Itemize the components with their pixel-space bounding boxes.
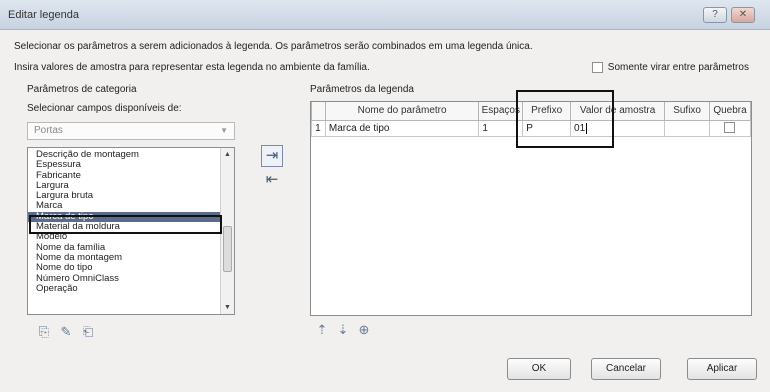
close-button[interactable]: ✕ xyxy=(731,7,755,23)
scroll-thumb[interactable] xyxy=(223,226,232,272)
add-parameter-icon: ⇥ xyxy=(265,147,279,164)
description-line-2: Insira valores de amostra para represent… xyxy=(14,62,370,73)
only-rotate-option[interactable]: Somente virar entre parâmetros xyxy=(592,62,749,73)
only-rotate-checkbox[interactable] xyxy=(592,62,603,73)
title-bar: Editar legenda ? ✕ xyxy=(0,0,770,30)
description-line-1: Selecionar os parâmetros a serem adicion… xyxy=(14,41,533,52)
category-panel-heading: Parâmetros de categoria xyxy=(27,84,137,95)
list-item[interactable]: Operação xyxy=(28,283,220,294)
add-value-icon[interactable]: ⎗ xyxy=(80,324,96,340)
category-combo-value: Portas xyxy=(34,125,63,136)
scroll-up-icon[interactable]: ▲ xyxy=(221,148,234,161)
prefix-sample-highlight-frame xyxy=(516,90,614,148)
cancel-button[interactable]: Cancelar xyxy=(591,358,661,380)
new-parameter-icon[interactable]: ⎘ xyxy=(36,324,52,340)
legend-panel-heading: Parâmetros da legenda xyxy=(310,84,414,95)
move-down-icon[interactable]: ⇣ xyxy=(335,322,351,338)
row-wrap-checkbox[interactable] xyxy=(724,122,735,134)
category-combo[interactable]: Portas ▼ xyxy=(27,122,235,140)
column-parameter-name[interactable]: Nome do parâmetro xyxy=(324,102,480,121)
edit-parameter-icon[interactable]: ✎ xyxy=(58,324,74,340)
window-title: Editar legenda xyxy=(8,9,79,21)
column-suffix[interactable]: Sufixo xyxy=(664,102,710,121)
grid-header-index xyxy=(311,102,326,121)
increase-spaces-icon[interactable]: ⊕ xyxy=(356,322,372,338)
chevron-down-icon: ▼ xyxy=(220,126,228,135)
row-suffix[interactable] xyxy=(664,119,710,137)
only-rotate-label: Somente virar entre parâmetros xyxy=(607,62,749,73)
row-wrap-cell[interactable] xyxy=(709,119,751,137)
select-fields-label: Selecionar campos disponíveis de: xyxy=(27,103,182,114)
help-button[interactable]: ? xyxy=(703,7,727,23)
ok-button[interactable]: OK xyxy=(507,358,571,380)
scroll-down-icon[interactable]: ▼ xyxy=(221,301,234,314)
selection-highlight-frame xyxy=(29,215,222,234)
remove-parameter-icon: ⇤ xyxy=(265,171,279,188)
move-up-icon[interactable]: ⇡ xyxy=(314,322,330,338)
add-parameter-button[interactable]: ⇥ xyxy=(261,145,283,167)
row-number: 1 xyxy=(311,119,326,137)
column-wrap[interactable]: Quebra xyxy=(709,102,751,121)
apply-button[interactable]: Aplicar xyxy=(687,358,757,380)
list-scrollbar[interactable]: ▲ ▼ xyxy=(220,148,234,314)
remove-parameter-button[interactable]: ⇤ xyxy=(261,170,283,192)
row-parameter-name[interactable]: Marca de tipo xyxy=(324,119,480,137)
